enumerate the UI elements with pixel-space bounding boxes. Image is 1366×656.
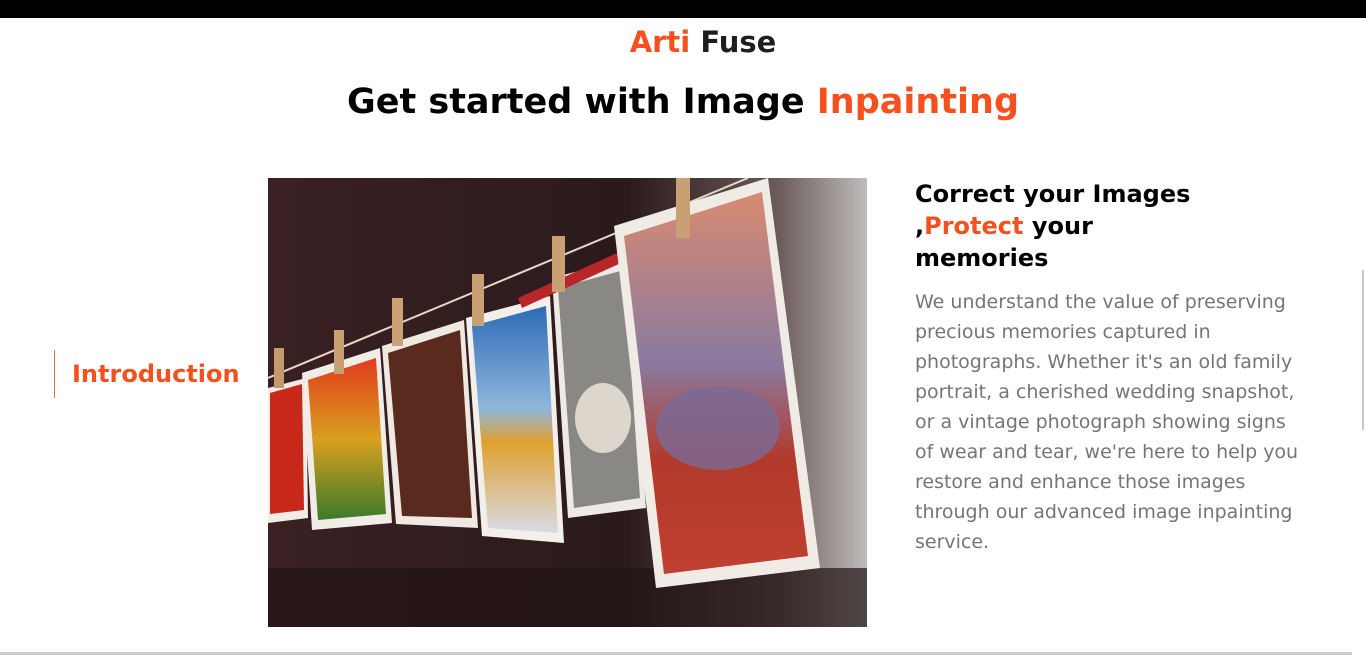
top-bar [0, 0, 1366, 18]
brand-name-part1: Arti [629, 25, 691, 59]
intro-content: Correct your Images ,Protect your memori… [915, 178, 1315, 557]
brand-name-part2: Fuse [700, 25, 777, 59]
tab-introduction[interactable]: Introduction [54, 350, 240, 398]
section-title: Correct your Images ,Protect your memori… [915, 178, 1215, 274]
title-accent: Protect [924, 212, 1024, 240]
section-body: We understand the value of preserving pr… [915, 291, 1299, 553]
tab-introduction-label: Introduction [72, 360, 240, 388]
scrollbar-thumb[interactable] [1362, 270, 1364, 430]
bottom-divider [0, 652, 1352, 655]
page-headline: Get started with Image Inpainting [0, 80, 1366, 124]
headline-text: Get started with Image [346, 82, 817, 122]
brand-logo[interactable]: Arti Fuse [0, 24, 1366, 60]
hero-photo [268, 178, 867, 627]
headline-accent: Inpainting [816, 82, 1020, 122]
